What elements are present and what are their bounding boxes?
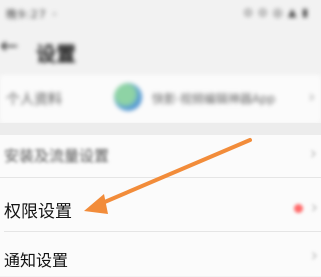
chevron-right-icon: › [308, 87, 315, 106]
setting-item-label: 权限设置 [4, 202, 72, 222]
app-profile-row[interactable]: 个人资料 快影·视频编辑神器App › [0, 75, 321, 123]
app-row-label: 个人资料 [6, 92, 62, 108]
app-name: 快影·视频编辑神器App [152, 92, 276, 106]
app-logo-icon [114, 83, 142, 111]
setting-item-label: 安装及流量设置 [4, 147, 110, 165]
setting-item-label: 通知设置 [4, 251, 69, 270]
chevron-right-icon: › [310, 245, 318, 266]
nav-bar: ← 设置 [0, 30, 321, 70]
section-divider [0, 123, 321, 135]
setting-item-notifications[interactable]: 通知设置 › [0, 237, 321, 277]
setting-item-install-traffic[interactable]: 安装及流量设置 › [0, 135, 321, 178]
back-arrow-icon[interactable]: ← [0, 36, 18, 58]
row-divider [4, 231, 321, 232]
setting-item-permissions[interactable]: 权限设置 › [0, 187, 321, 233]
notification-badge [294, 204, 303, 213]
chevron-right-icon: › [309, 143, 317, 164]
settings-list: 安装及流量设置 › 权限设置 › 通知设置 › [0, 135, 321, 276]
page-title: 设置 [36, 42, 76, 66]
status-icons: ⊙ ⊙ ◎ ▲ ▮ [243, 6, 309, 19]
status-bar: 晚9:27 ◦ ⊙ ⊙ ◎ ▲ ▮ [0, 0, 321, 30]
chevron-right-icon: › [310, 197, 318, 218]
status-time: 晚9:27 ◦ [6, 8, 59, 21]
